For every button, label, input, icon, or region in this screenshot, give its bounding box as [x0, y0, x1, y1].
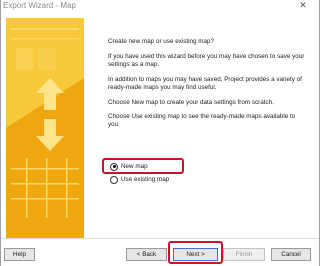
- window-title: Export Wizard - Map: [3, 1, 76, 10]
- new-map-radio[interactable]: [110, 162, 118, 171]
- banner-graphic: [6, 18, 84, 238]
- paragraph-saved-settings: If you have used this wizard before you …: [108, 52, 305, 68]
- new-map-option[interactable]: New map: [102, 158, 242, 174]
- map-choice-group: New map Use existing map: [102, 158, 242, 186]
- wizard-content: Create new map or use existing map? If y…: [108, 38, 308, 136]
- help-button[interactable]: Help: [4, 248, 35, 261]
- wizard-banner-image: [6, 18, 84, 238]
- title-bar: Export Wizard - Map ✕: [1, 0, 319, 14]
- finish-button: Finish: [223, 248, 265, 261]
- back-button[interactable]: < Back: [126, 248, 167, 261]
- footer-divider: [1, 238, 319, 239]
- intro-question: Create new map or use existing map?: [108, 38, 215, 45]
- use-existing-map-radio[interactable]: [110, 175, 118, 184]
- paragraph-new-map: Choose New map to create your data setti…: [108, 98, 274, 106]
- use-existing-map-label[interactable]: Use existing map: [121, 176, 169, 183]
- use-existing-map-option[interactable]: Use existing map: [102, 173, 242, 186]
- paragraph-existing-map: Choose Use existing map to see the ready…: [108, 113, 296, 129]
- cancel-button[interactable]: Cancel: [271, 248, 311, 261]
- export-wizard-window: Export Wizard - Map ✕ Create new map or …: [0, 0, 320, 266]
- next-button[interactable]: Next >: [173, 248, 218, 261]
- close-icon[interactable]: ✕: [297, 0, 309, 12]
- paragraph-ready-made-maps: In addition to maps you may have saved, …: [108, 75, 302, 91]
